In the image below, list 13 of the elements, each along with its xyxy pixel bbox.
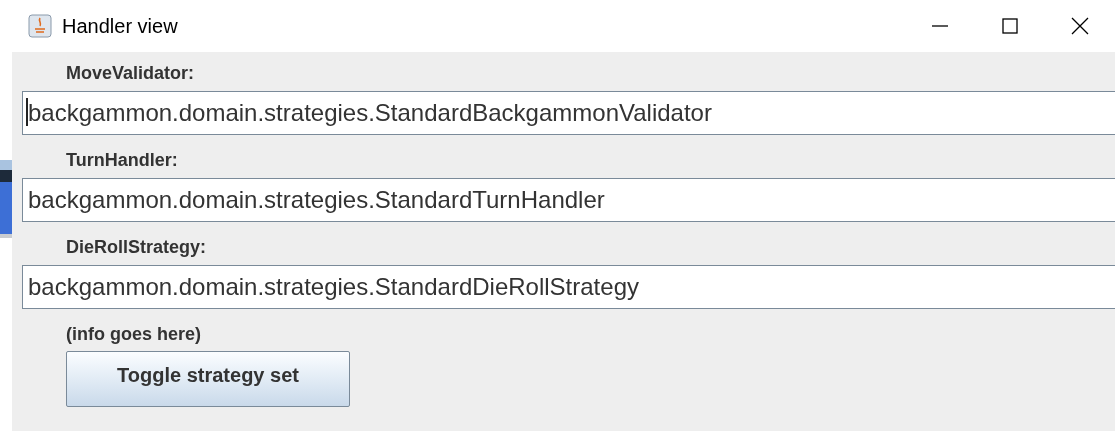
field-label: TurnHandler:: [66, 149, 178, 172]
app-icon: [28, 14, 52, 38]
text-field[interactable]: backgammon.domain.strategies.StandardTurnHandler: [22, 178, 1115, 222]
close-icon: [1070, 16, 1090, 36]
toggle-button[interactable]: Toggle strategy set: [66, 351, 350, 407]
field-label: DieRollStrategy:: [66, 236, 207, 259]
info-text: (info goes here): [66, 323, 201, 346]
text-field[interactable]: backgammon.domain.strategies.StandardBackgammonValidator: [22, 91, 1115, 135]
field-label: MoveValidator:: [66, 62, 195, 85]
maximize-icon: [1001, 17, 1019, 35]
minimize-icon: [932, 25, 948, 27]
window-title: Handler view: [62, 14, 179, 39]
text-field[interactable]: backgammon.domain.strategies.StandardDieRollStrategy: [22, 265, 1115, 309]
